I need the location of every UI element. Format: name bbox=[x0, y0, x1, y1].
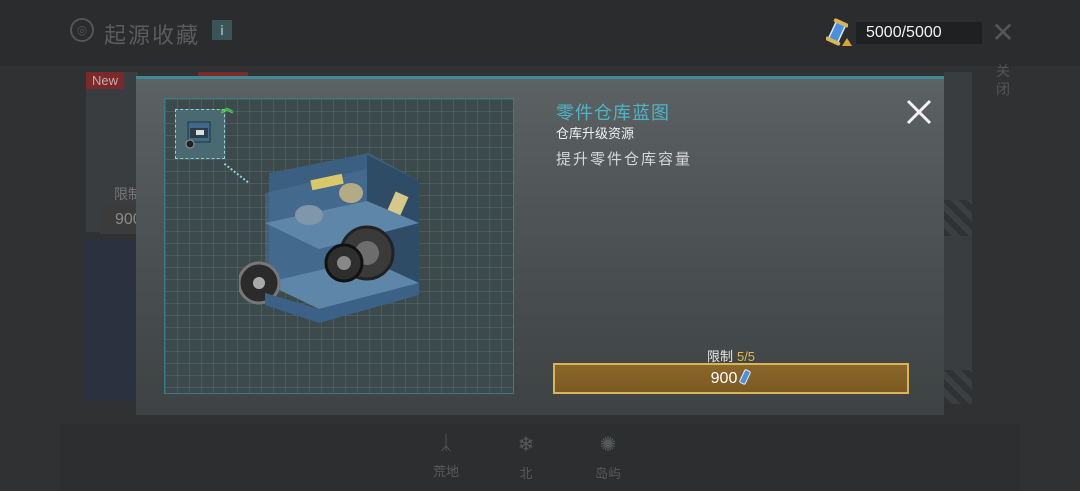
island-icon: ✺ bbox=[599, 434, 617, 456]
page-title: 起源收藏 bbox=[104, 23, 201, 48]
blueprint-scroll-icon bbox=[739, 369, 752, 385]
price-label: 900 bbox=[710, 370, 738, 387]
item-thumbnail bbox=[175, 109, 225, 159]
locked-stripe bbox=[944, 370, 972, 404]
warning-icon bbox=[842, 38, 852, 46]
item-category: 仓库升级资源 bbox=[556, 126, 635, 141]
buy-button[interactable]: 900 bbox=[553, 363, 909, 394]
new-badge: New bbox=[86, 72, 125, 89]
snowflake-icon: ❄ bbox=[517, 434, 535, 456]
nav-label: 北 bbox=[519, 466, 533, 481]
nav-label: 岛屿 bbox=[594, 466, 621, 481]
side-label: 关闭 bbox=[996, 63, 1010, 97]
parts-storage-cart bbox=[239, 153, 419, 323]
item-card[interactable] bbox=[86, 240, 138, 400]
nav-item-wasteland[interactable]: ᛣ 荒地 bbox=[416, 432, 476, 480]
resource-amount: 5000/5000 bbox=[866, 24, 942, 41]
blueprint-preview: ︽ bbox=[164, 98, 514, 394]
nav-label: 荒地 bbox=[432, 464, 459, 479]
nav-item-north[interactable]: ❄ 北 bbox=[496, 432, 556, 482]
upgrade-chevron-icon: ︽ bbox=[221, 101, 234, 115]
limit-value: 5/5 bbox=[736, 349, 756, 364]
nav-item-island[interactable]: ✺ 岛屿 bbox=[578, 432, 638, 482]
item-description: 提升零件仓库容量 bbox=[556, 151, 693, 168]
item-detail-modal: ︽ 零件仓库蓝图 仓库升级资源 提升零件仓库容量 限制 5/5 900 bbox=[136, 76, 944, 415]
origin-icon: ◎ bbox=[70, 18, 94, 42]
info-button[interactable]: i bbox=[212, 20, 232, 40]
close-icon[interactable] bbox=[904, 97, 934, 127]
item-title: 零件仓库蓝图 bbox=[556, 103, 670, 123]
limit-label: 限制 bbox=[706, 349, 733, 364]
grass-icon: ᛣ bbox=[440, 432, 452, 454]
item-card[interactable] bbox=[944, 72, 972, 402]
close-page-icon[interactable]: ✕ bbox=[990, 19, 1016, 47]
locked-stripe bbox=[944, 200, 972, 236]
